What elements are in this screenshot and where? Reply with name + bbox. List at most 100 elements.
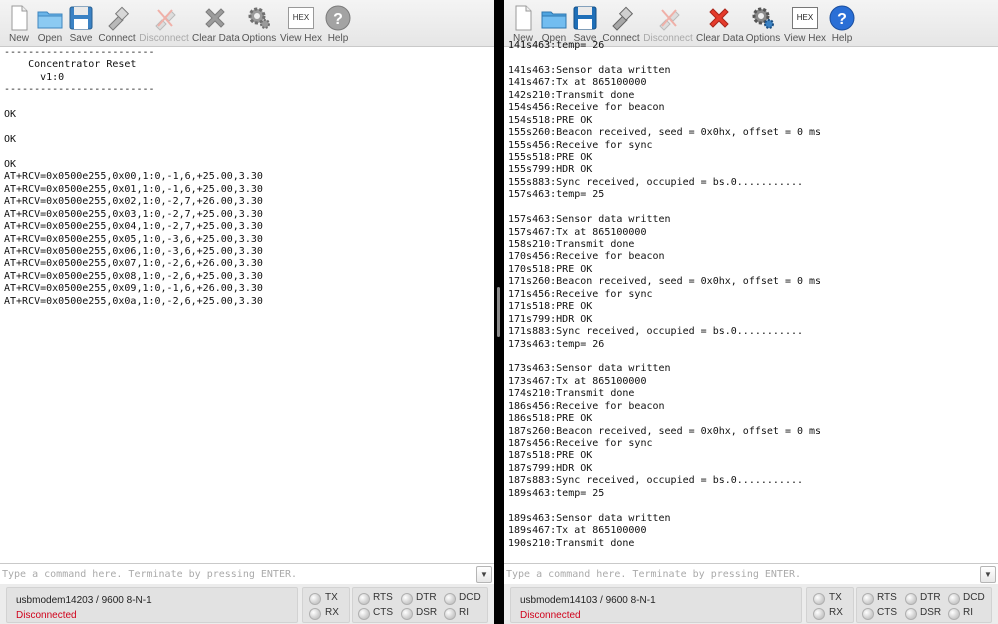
ri-label: RI [963,607,973,618]
terminal-line: AT+RCV=0x0500e255,0x04,1:0,-2,7,+25.00,3… [4,221,263,233]
cts-label: CTS [373,607,393,618]
gear-options-icon [248,7,270,29]
tx-label: TX [829,592,842,603]
terminal-line: 171s883:Sync received, occupied = bs.0..… [508,326,804,338]
clear-data-label: Clear Data [192,33,240,44]
save-label: Save [69,33,93,44]
terminal-line: 171s260:Beacon received, seed = 0x0hx, o… [508,276,822,288]
view-hex-label: View Hex [280,33,323,44]
status-bar: usbmodem14103 / 9600 8-N-1 Disconnected … [504,584,998,624]
help-button[interactable]: ? Help [323,0,353,46]
cts-label: CTS [877,607,897,618]
terminal-line: v1:0 [4,71,65,83]
disconnect-button[interactable]: Disconnect [139,0,189,46]
terminal-line: AT+RCV=0x0500e255,0x06,1:0,-3,6,+25.00,3… [4,246,263,257]
dsr-led-icon [905,608,917,620]
floppy-save-icon [573,6,597,30]
terminal-line: AT+RCV=0x0500e255,0x05,1:0,-3,6,+25.00,3… [4,233,263,245]
terminal-output: ------------------------- Concentrator R… [4,47,488,563]
dsr-led-icon [401,608,413,620]
plug-disconnect-icon [659,9,680,31]
terminal-line: AT+RCV=0x0500e255,0x07,1:0,-2,6,+26.00,3… [4,258,263,270]
dcd-label: DCD [963,592,985,603]
terminal-line: ------------------------- [4,84,155,96]
port-settings: usbmodem14103 / 9600 8-N-1 [520,595,656,606]
cts-led-icon [862,608,874,620]
command-input[interactable] [506,564,976,584]
terminal-line: 174s210:Transmit done [508,388,635,400]
status-bar: usbmodem14203 / 9600 8-N-1 Disconnected … [0,584,494,624]
clear-data-button[interactable]: Clear Data [192,0,240,46]
options-button[interactable]: Options [240,0,278,46]
plug-connect-icon [612,6,634,31]
terminal-line: 173s463:temp= 26 [508,338,605,350]
terminal-line: 155s883:Sync received, occupied = bs.0..… [508,176,804,188]
dtr-led-icon [401,593,413,605]
connect-label: Connect [98,33,136,44]
dcd-led-icon [948,593,960,605]
terminal-line: AT+RCV=0x0500e255,0x00,1:0,-1,6,+25.00,3… [4,171,263,183]
toolbar: New Open Save Connect Disconnect Clear D… [0,0,494,47]
folder-open-icon [541,11,567,29]
terminal-line: 141s467:Tx at 865100000 [508,77,647,89]
terminal-line: AT+RCV=0x0500e255,0x03,1:0,-2,7,+25.00,3… [4,208,263,220]
dcd-led-icon [444,593,456,605]
connection-status: usbmodem14203 / 9600 8-N-1 Disconnected [6,587,298,623]
command-input[interactable] [2,564,472,584]
terminal-line: 186s518:PRE OK [508,413,593,425]
terminal-line: 173s467:Tx at 865100000 [508,375,647,387]
help-icon: ? [325,5,351,31]
terminal-output: 141s463:temp= 26 141s463:Sensor data writ… [508,40,992,556]
modem-signal-indicators: RTS CTS DTR DSR DCD RI [856,587,992,623]
rts-led-icon [862,593,874,605]
terminal-line: 157s467:Tx at 865100000 [508,226,647,238]
red-x-icon [205,8,225,28]
terminal-line: 141s463:Sensor data written [508,64,671,76]
new-file-icon [11,5,28,31]
open-button[interactable]: Open [35,0,65,46]
terminal-line: 170s456:Receive for beacon [508,251,665,263]
rx-label: RX [829,607,843,618]
terminal-line: 189s467:Tx at 865100000 [508,525,647,537]
terminal-line: 158s210:Transmit done [508,239,635,250]
terminal-line: 155s456:Receive for sync [508,139,653,151]
connection-state: Disconnected [520,610,581,621]
save-button[interactable]: Save [66,0,96,46]
cts-led-icon [358,608,370,620]
connect-button[interactable]: Connect [97,0,137,46]
terminal-line: 142s210:Transmit done [508,89,635,101]
command-history-dropdown[interactable]: ▼ [980,566,996,583]
command-history-dropdown[interactable]: ▼ [476,566,492,583]
new-file-icon [515,5,532,31]
terminal-line: 187s883:Sync received, occupied = bs.0..… [508,475,804,487]
dtr-led-icon [905,593,917,605]
terminal-line: 187s518:PRE OK [508,450,593,462]
help-label: Help [327,33,349,44]
floppy-save-icon [69,6,93,30]
plug-disconnect-icon [155,9,176,31]
view-hex-button[interactable]: HEX View Hex [280,0,323,46]
right-terminal-window: New Open Save Connect Disconnect Clear D… [504,0,998,624]
terminal-line: 141s463:temp= 26 [508,40,605,51]
port-settings: usbmodem14203 / 9600 8-N-1 [16,595,152,606]
ri-led-icon [948,608,960,620]
split-divider-handle[interactable] [497,287,500,337]
ri-label: RI [459,607,469,618]
dcd-label: DCD [459,592,481,603]
terminal-line: AT+RCV=0x0500e255,0x08,1:0,-2,6,+25.00,3… [4,270,263,282]
terminal-line: 171s518:PRE OK [508,301,593,313]
plug-connect-icon [108,6,130,31]
terminal-line: 157s463:temp= 25 [508,189,605,201]
rx-led-icon [309,608,321,620]
terminal-line: AT+RCV=0x0500e255,0x0a,1:0,-2,6,+25.00,3… [4,295,263,307]
open-label: Open [37,33,63,44]
disconnect-label: Disconnect [139,33,189,44]
terminal-line: AT+RCV=0x0500e255,0x09,1:0,-1,6,+26.00,3… [4,283,263,295]
command-bar: ▼ [0,563,494,585]
new-button[interactable]: New [4,0,34,46]
